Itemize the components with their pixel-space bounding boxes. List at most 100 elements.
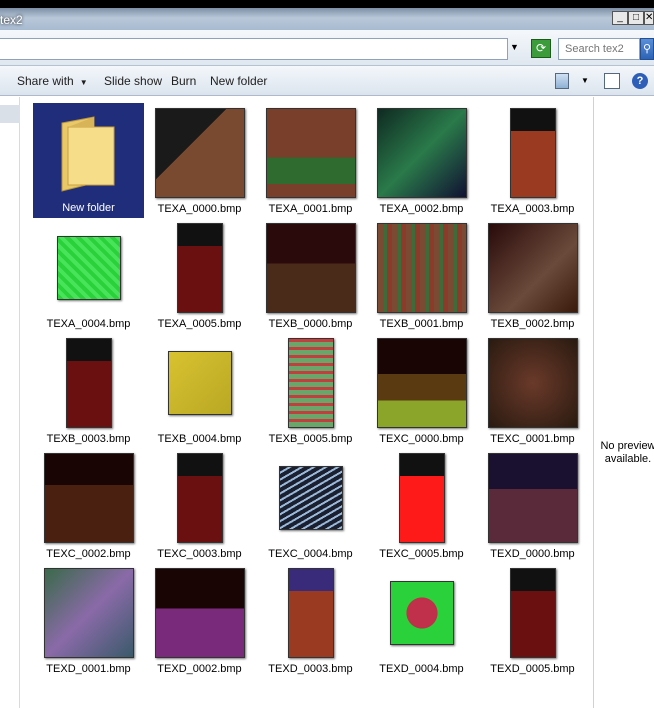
file-name-label: TEXD_0004.bmp bbox=[379, 663, 464, 675]
window-title: tex2 bbox=[0, 13, 23, 27]
file-item[interactable]: TEXA_0000.bmp bbox=[144, 103, 255, 218]
folder-item[interactable]: New folder bbox=[33, 103, 144, 218]
file-item[interactable]: TEXD_0002.bmp bbox=[144, 563, 255, 678]
preview-pane: No preview available. bbox=[593, 97, 654, 708]
image-thumbnail bbox=[487, 338, 578, 428]
share-with-label: Share with bbox=[17, 74, 74, 88]
thumbnail bbox=[144, 448, 255, 548]
file-item[interactable]: TEXB_0005.bmp bbox=[255, 333, 366, 448]
file-name-label: TEXC_0004.bmp bbox=[268, 548, 353, 560]
file-name-label: TEXD_0005.bmp bbox=[490, 663, 575, 675]
command-bar: Share with ▼ Slide show Burn New folder ▼… bbox=[0, 66, 654, 96]
file-item[interactable]: TEXB_0004.bmp bbox=[144, 333, 255, 448]
file-item[interactable]: TEXC_0001.bmp bbox=[477, 333, 588, 448]
search-input[interactable] bbox=[558, 38, 640, 60]
file-item[interactable]: TEXB_0002.bmp bbox=[477, 218, 588, 333]
image-thumbnail bbox=[398, 453, 445, 543]
file-name-label: TEXA_0005.bmp bbox=[157, 318, 242, 330]
file-name-label: TEXB_0003.bmp bbox=[46, 433, 131, 445]
image-thumbnail bbox=[487, 223, 578, 313]
file-item[interactable]: TEXD_0003.bmp bbox=[255, 563, 366, 678]
close-button[interactable]: ✕ bbox=[644, 11, 654, 25]
file-name-label: TEXC_0001.bmp bbox=[490, 433, 575, 445]
help-icon[interactable]: ? bbox=[632, 73, 648, 89]
image-thumbnail bbox=[65, 338, 112, 428]
burn-button[interactable]: Burn bbox=[171, 74, 196, 88]
image-thumbnail bbox=[265, 108, 356, 198]
image-thumbnail bbox=[376, 108, 467, 198]
thumbnail bbox=[477, 218, 588, 318]
views-dropdown-icon[interactable]: ▼ bbox=[581, 76, 589, 92]
thumbnail bbox=[366, 563, 477, 663]
thumbnail bbox=[144, 563, 255, 663]
file-item[interactable]: TEXC_0002.bmp bbox=[33, 448, 144, 563]
file-name-label: TEXD_0003.bmp bbox=[268, 663, 353, 675]
image-thumbnail bbox=[287, 568, 334, 658]
new-folder-button[interactable]: New folder bbox=[210, 74, 267, 88]
file-item[interactable]: TEXA_0001.bmp bbox=[255, 103, 366, 218]
preview-message: No preview available. bbox=[600, 440, 654, 465]
preview-pane-icon[interactable] bbox=[604, 73, 620, 89]
image-thumbnail bbox=[43, 453, 134, 543]
minimize-button[interactable]: _ bbox=[612, 11, 628, 25]
thumbnail bbox=[255, 333, 366, 433]
file-item[interactable]: TEXC_0003.bmp bbox=[144, 448, 255, 563]
image-thumbnail bbox=[376, 338, 467, 428]
file-list: New folder TEXA_0000.bmp TEXA_0001.bmp TEXA… bbox=[21, 97, 593, 708]
file-name-label: TEXA_0003.bmp bbox=[490, 203, 575, 215]
navigation-pane[interactable] bbox=[0, 97, 20, 708]
image-thumbnail bbox=[43, 568, 134, 658]
file-name-label: TEXB_0004.bmp bbox=[157, 433, 242, 445]
address-dropdown-icon[interactable]: ▼ bbox=[510, 42, 519, 52]
thumbnail bbox=[33, 333, 144, 433]
file-item[interactable]: TEXC_0005.bmp bbox=[366, 448, 477, 563]
file-item[interactable]: TEXB_0001.bmp bbox=[366, 218, 477, 333]
slide-show-button[interactable]: Slide show bbox=[104, 74, 162, 88]
thumbnail bbox=[366, 103, 477, 203]
file-item[interactable]: TEXC_0000.bmp bbox=[366, 333, 477, 448]
file-item[interactable]: TEXC_0004.bmp bbox=[255, 448, 366, 563]
refresh-icon[interactable]: ⟳ bbox=[531, 39, 551, 58]
image-thumbnail bbox=[167, 351, 232, 415]
image-thumbnail bbox=[287, 338, 334, 428]
address-bar: ▼ ⟳ ⚲ bbox=[0, 30, 654, 66]
views-icon[interactable] bbox=[555, 73, 569, 89]
file-name-label: TEXA_0001.bmp bbox=[268, 203, 353, 215]
file-name-label: TEXC_0002.bmp bbox=[46, 548, 131, 560]
file-name-label: TEXD_0002.bmp bbox=[157, 663, 242, 675]
file-item[interactable]: TEXA_0002.bmp bbox=[366, 103, 477, 218]
file-item[interactable]: TEXA_0003.bmp bbox=[477, 103, 588, 218]
thumbnail bbox=[144, 103, 255, 203]
thumbnail bbox=[477, 563, 588, 663]
file-item[interactable]: TEXA_0004.bmp bbox=[33, 218, 144, 333]
thumbnail bbox=[144, 218, 255, 318]
share-with-button[interactable]: Share with ▼ bbox=[17, 74, 88, 88]
file-name-label: TEXC_0003.bmp bbox=[157, 548, 242, 560]
thumbnail bbox=[255, 448, 366, 548]
thumbnail bbox=[366, 218, 477, 318]
address-field[interactable] bbox=[0, 38, 508, 60]
search-icon[interactable]: ⚲ bbox=[640, 38, 654, 60]
file-name-label: TEXB_0002.bmp bbox=[490, 318, 575, 330]
image-thumbnail bbox=[265, 223, 356, 313]
file-item[interactable]: TEXA_0005.bmp bbox=[144, 218, 255, 333]
image-thumbnail bbox=[509, 568, 556, 658]
thumbnail bbox=[255, 218, 366, 318]
file-item[interactable]: TEXD_0001.bmp bbox=[33, 563, 144, 678]
file-item[interactable]: TEXD_0000.bmp bbox=[477, 448, 588, 563]
file-item[interactable]: TEXD_0004.bmp bbox=[366, 563, 477, 678]
nav-selected-item[interactable] bbox=[0, 105, 20, 123]
file-item[interactable]: TEXB_0000.bmp bbox=[255, 218, 366, 333]
file-item[interactable]: TEXB_0003.bmp bbox=[33, 333, 144, 448]
thumbnail bbox=[366, 448, 477, 548]
thumbnail bbox=[144, 333, 255, 433]
maximize-button[interactable]: □ bbox=[628, 11, 644, 25]
file-name-label: TEXA_0002.bmp bbox=[379, 203, 464, 215]
file-item[interactable]: TEXD_0005.bmp bbox=[477, 563, 588, 678]
thumbnail bbox=[366, 333, 477, 433]
file-name-label: TEXB_0005.bmp bbox=[268, 433, 353, 445]
title-bar: tex2 _ □ ✕ bbox=[0, 0, 654, 30]
image-thumbnail bbox=[176, 223, 223, 313]
file-name-label: TEXC_0005.bmp bbox=[379, 548, 464, 560]
thumbnail bbox=[255, 103, 366, 203]
